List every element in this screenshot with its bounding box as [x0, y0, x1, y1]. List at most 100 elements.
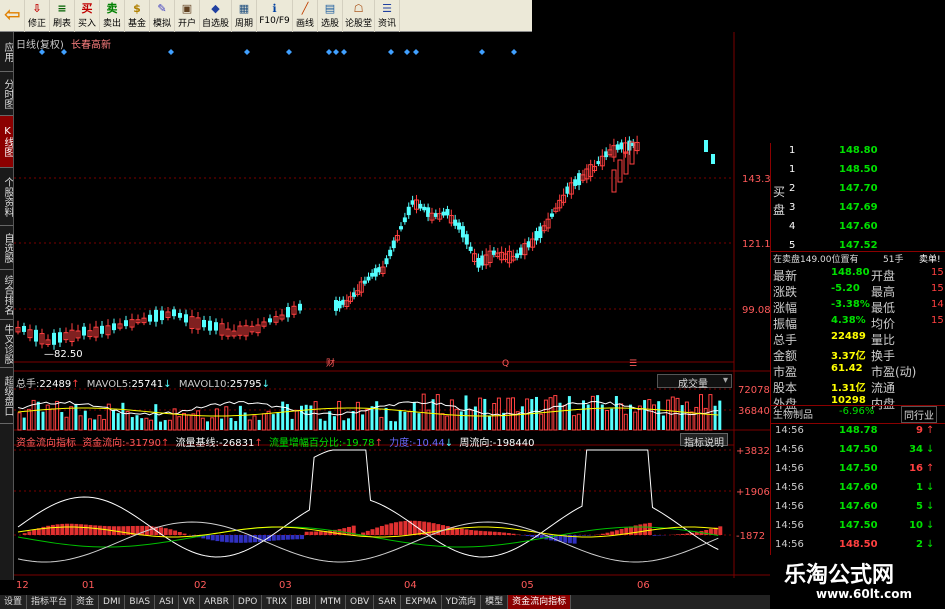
refresh-button[interactable]: ≡ 刷表 — [50, 0, 75, 32]
indicator-tab[interactable]: YD流向 — [442, 595, 482, 609]
indicator-tab[interactable]: 模型 — [481, 595, 509, 609]
forum-icon: ☖ — [353, 2, 364, 15]
indicator-a-label: 资金流向: — [82, 438, 126, 449]
quote-label: 最新 — [773, 269, 798, 283]
volume-bar — [558, 402, 562, 430]
volume-bar — [394, 421, 397, 430]
indicator-e-value: -198440 — [492, 438, 535, 449]
left-tab-2[interactable]: K线图 — [0, 116, 13, 168]
left-tab-3[interactable]: 个股资料 — [0, 168, 13, 226]
volume-bar — [572, 415, 577, 431]
indicator-tab[interactable]: MTM — [316, 595, 346, 609]
left-tab-1[interactable]: 分时图 — [0, 72, 13, 116]
mavol10-value: 25795 — [229, 379, 262, 390]
pending-order-qty: 51手 — [883, 255, 904, 265]
price-low-label: —82.50 — [44, 349, 83, 360]
indicator-tab[interactable]: BIAS — [125, 595, 156, 609]
indicator-tab[interactable]: EXPMA — [401, 595, 442, 609]
indicator-tab[interactable]: OBV — [346, 595, 375, 609]
indicator-bar — [375, 527, 380, 535]
indicator-tab[interactable]: 资金 — [72, 595, 100, 609]
indicator-bar — [220, 535, 225, 542]
back-button[interactable]: ⇦ — [0, 0, 25, 32]
volume-bar — [403, 411, 407, 430]
indicator-bar — [379, 525, 384, 535]
signal-diamond-icon — [511, 49, 517, 55]
indicator-bar — [525, 535, 530, 537]
indicator-tab[interactable]: SAR — [374, 595, 402, 609]
left-tab-6[interactable]: 牛叉诊股 — [0, 320, 13, 368]
volume-bar — [257, 419, 261, 430]
volume-bar — [610, 408, 614, 430]
indicator-tab[interactable]: 设置 — [0, 595, 28, 609]
indicator-tab[interactable]: ASI — [155, 595, 179, 609]
volume-bar — [473, 406, 477, 430]
indicator-bar — [647, 522, 652, 535]
left-tab-5[interactable]: 综合排名 — [0, 270, 13, 320]
open-account-button[interactable]: ▣ 开户 — [175, 0, 200, 32]
tick-price: 147.60 — [839, 482, 878, 493]
indicator-tab[interactable]: 指标平台 — [27, 595, 73, 609]
volume-bar — [379, 416, 384, 431]
forum-button[interactable]: ☖ 论股堂 — [343, 0, 375, 32]
down-arrow-icon: ↓ — [444, 438, 454, 449]
correct-button[interactable]: ⇩ 修正 — [25, 0, 50, 32]
indicator-tab[interactable]: BBI — [292, 595, 316, 609]
indicator-bar — [314, 531, 319, 535]
quote-label: 涨幅 — [773, 301, 798, 315]
volume-bar — [323, 420, 327, 430]
draw-line-button[interactable]: ╱ 画线 — [293, 0, 318, 32]
quote-label: 市盈(动) — [871, 365, 917, 379]
volume-bar — [459, 411, 463, 430]
stock-select-button[interactable]: ▤ 选股 — [318, 0, 343, 32]
indicator-name: 资金流向指标 — [16, 438, 76, 449]
volume-bar — [337, 400, 342, 431]
volume-bar — [478, 397, 483, 431]
volume-bar — [159, 421, 162, 430]
indicator-tab[interactable]: TRIX — [262, 595, 292, 609]
order-level: 4 — [789, 221, 796, 232]
f10-button[interactable]: ℹ F10/F9 — [257, 0, 293, 32]
candle-body — [214, 322, 218, 331]
order-book-row: 2 147.70 — [771, 183, 945, 202]
volume-bar — [576, 413, 581, 431]
volume-dropdown[interactable]: 成交量 ▾ — [657, 374, 732, 390]
simulate-button[interactable]: ✎ 模拟 — [150, 0, 175, 32]
left-tab-4[interactable]: 自选股 — [0, 226, 13, 270]
volume-bar — [605, 409, 609, 431]
indicator-tab[interactable]: DPO — [234, 595, 263, 609]
signal-diamond-icon — [244, 49, 250, 55]
up-arrow-icon: ↑ — [926, 463, 935, 474]
candle-body — [366, 276, 371, 281]
indicator-help-button[interactable]: 指标说明 — [680, 433, 728, 449]
quote-value: 3.37亿 — [831, 351, 866, 362]
left-tab-0[interactable]: 应用 — [0, 32, 13, 72]
indicator-tab[interactable]: DMI — [99, 595, 126, 609]
left-tab-7[interactable]: 超级盘口 — [0, 368, 13, 424]
indicator-tab[interactable]: ARBR — [200, 595, 234, 609]
x-axis-label: 03 — [279, 580, 292, 591]
watermark: 乐淘公式网 www.60lt.com — [770, 555, 945, 609]
volume-info: 总手:22489↑ MAVOL5:25741↓ MAVOL10:25795↓ — [16, 375, 270, 390]
tick-price: 147.50 — [839, 520, 878, 531]
indicator-tab[interactable]: 资金流向指标 — [508, 595, 572, 609]
indicator-bar — [74, 523, 79, 535]
volume-bar — [684, 401, 689, 431]
news-button[interactable]: ☰ 资讯 — [375, 0, 400, 32]
watchlist-button[interactable]: ◆ 自选股 — [200, 0, 232, 32]
indicator-bar — [492, 531, 497, 535]
fund-button[interactable]: $ 基金 — [125, 0, 150, 32]
volume-bar — [238, 405, 242, 430]
indicator-bar — [652, 535, 657, 536]
sell-button[interactable]: 卖卖出 — [100, 0, 125, 32]
volume-tick-label: 36840 — [738, 406, 770, 417]
indicator-bar — [469, 530, 474, 535]
buy-button[interactable]: 买买入 — [75, 0, 100, 32]
tick-row: 14:56 147.50 16 ↑ — [771, 463, 945, 482]
indicator-tab[interactable]: VR — [179, 595, 201, 609]
correct-icon: ⇩ — [32, 2, 42, 15]
indicator-b-value: -26831 — [218, 438, 255, 449]
period-button[interactable]: ▦ 周期 — [232, 0, 257, 32]
candle-body — [172, 309, 176, 317]
volume-bar — [375, 401, 379, 430]
